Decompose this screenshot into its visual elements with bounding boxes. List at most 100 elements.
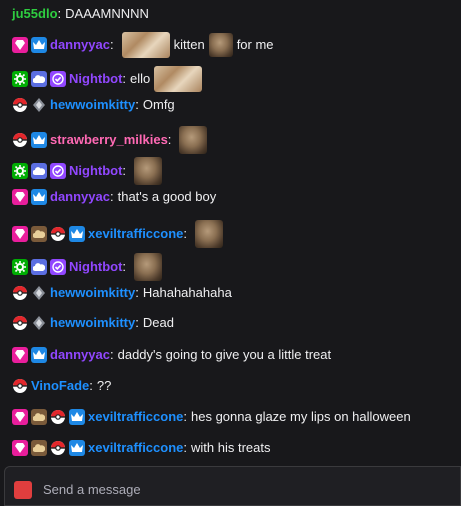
chat-badge-icon[interactable] — [14, 481, 32, 499]
message-text: DAAAMNNNN — [65, 6, 149, 21]
crown-badge-icon[interactable] — [69, 409, 85, 425]
username[interactable]: ju55dlo — [12, 5, 58, 23]
username[interactable]: xeviltrafficcone — [88, 439, 183, 457]
separator: : — [109, 189, 114, 204]
prime-gem-badge-icon[interactable] — [12, 409, 28, 425]
prime-gem-badge-icon[interactable] — [12, 347, 28, 363]
username[interactable]: hewwoimkitty — [50, 314, 135, 332]
username[interactable]: dannyyac — [50, 346, 110, 364]
pokeball-badge-icon[interactable] — [50, 440, 66, 456]
username[interactable]: Nightbot — [69, 258, 122, 276]
username[interactable]: VinoFade — [31, 377, 89, 395]
badge-group — [12, 378, 31, 394]
chat-input-placeholder: Send a message — [43, 482, 141, 497]
badge-group — [12, 409, 88, 425]
cat-emote-icon[interactable] — [154, 66, 203, 92]
chat-message: Nightbot: — [12, 253, 457, 281]
cat-emote-icon[interactable] — [134, 157, 163, 185]
separator: : — [135, 285, 139, 300]
moderator-badge-icon[interactable] — [12, 71, 28, 87]
username[interactable]: strawberry_milkies — [50, 131, 168, 149]
cat-emote-icon[interactable] — [195, 220, 223, 248]
message-text: for me — [236, 37, 274, 52]
badge-group — [12, 189, 50, 205]
username[interactable]: xeviltrafficcone — [88, 225, 183, 243]
message-text: Omfg — [142, 97, 175, 112]
chat-message: dannyyac: that's a good boy — [12, 188, 457, 206]
badge-group — [12, 97, 50, 113]
separator: : — [122, 259, 127, 274]
diamond-badge-icon[interactable] — [31, 315, 47, 331]
separator: : — [135, 97, 139, 112]
cat-emote-icon[interactable] — [121, 32, 170, 58]
message-text: ?? — [96, 378, 112, 393]
cat-emote-icon[interactable] — [134, 253, 163, 281]
pokeball-badge-icon[interactable] — [50, 409, 66, 425]
crown-badge-icon[interactable] — [31, 189, 47, 205]
username[interactable]: hewwoimkitty — [50, 96, 135, 114]
separator: : — [183, 226, 187, 241]
username[interactable]: hewwoimkitty — [50, 284, 135, 302]
diamond-badge-icon[interactable] — [31, 285, 47, 301]
message-text: Dead — [142, 315, 174, 330]
separator: : — [109, 37, 114, 52]
brown-badge-icon[interactable] — [31, 226, 47, 242]
diamond-badge-icon[interactable] — [31, 97, 47, 113]
badge-group — [12, 71, 69, 87]
chat-message: hewwoimkitty: Dead — [12, 314, 457, 332]
moderator-badge-icon[interactable] — [12, 259, 28, 275]
separator: : — [109, 347, 114, 362]
pokeball-badge-icon[interactable] — [12, 97, 28, 113]
cloud-badge-icon[interactable] — [31, 259, 47, 275]
crown-badge-icon[interactable] — [69, 440, 85, 456]
badge-group — [12, 37, 50, 53]
chat-message: VinoFade:?? — [12, 377, 457, 395]
chat-input[interactable]: Send a message — [4, 466, 461, 506]
username[interactable]: Nightbot — [69, 162, 122, 180]
crown-badge-icon[interactable] — [31, 37, 47, 53]
badge-group — [12, 315, 50, 331]
pokeball-badge-icon[interactable] — [12, 315, 28, 331]
cat-emote-icon[interactable] — [179, 126, 208, 154]
chat-message: Nightbot: ello — [12, 66, 457, 92]
moderator-badge-icon[interactable] — [12, 163, 28, 179]
pokeball-badge-icon[interactable] — [50, 226, 66, 242]
chat-message: xeviltrafficcone: hes gonna glaze my lips… — [12, 408, 457, 426]
username[interactable]: xeviltrafficcone — [88, 408, 183, 426]
prime-gem-badge-icon[interactable] — [12, 37, 28, 53]
badge-group — [12, 440, 88, 456]
prime-gem-badge-icon[interactable] — [12, 189, 28, 205]
separator: : — [57, 6, 62, 21]
cloud-badge-icon[interactable] — [31, 71, 47, 87]
separator: : — [89, 378, 93, 393]
crown-badge-icon[interactable] — [69, 226, 85, 242]
message-text: Hahahahahaha — [142, 285, 232, 300]
pokeball-badge-icon[interactable] — [12, 378, 28, 394]
brown-badge-icon[interactable] — [31, 409, 47, 425]
chat-message: dannyyac: kitten for me — [12, 32, 457, 58]
crown-badge-icon[interactable] — [31, 347, 47, 363]
verified-badge-icon[interactable] — [50, 259, 66, 275]
chat-message: xeviltrafficcone: with his treats — [12, 439, 457, 457]
pokeball-badge-icon[interactable] — [12, 132, 28, 148]
username[interactable]: Nightbot — [69, 70, 122, 88]
separator: : — [135, 315, 139, 330]
verified-badge-icon[interactable] — [50, 163, 66, 179]
verified-badge-icon[interactable] — [50, 71, 66, 87]
badge-group — [12, 347, 50, 363]
username[interactable]: dannyyac — [50, 36, 110, 54]
badge-group — [12, 226, 88, 242]
prime-gem-badge-icon[interactable] — [12, 440, 28, 456]
prime-gem-badge-icon[interactable] — [12, 226, 28, 242]
username[interactable]: dannyyac — [50, 188, 110, 206]
chat-message: hewwoimkitty: Omfg — [12, 96, 457, 114]
separator: : — [183, 409, 187, 424]
message-text: kitten — [173, 37, 205, 52]
pokeball-badge-icon[interactable] — [12, 285, 28, 301]
crown-badge-icon[interactable] — [31, 132, 47, 148]
separator: : — [122, 71, 127, 86]
cat-emote-icon[interactable] — [208, 33, 233, 57]
cloud-badge-icon[interactable] — [31, 163, 47, 179]
brown-badge-icon[interactable] — [31, 440, 47, 456]
chat-message: xeviltrafficcone: — [12, 220, 457, 248]
